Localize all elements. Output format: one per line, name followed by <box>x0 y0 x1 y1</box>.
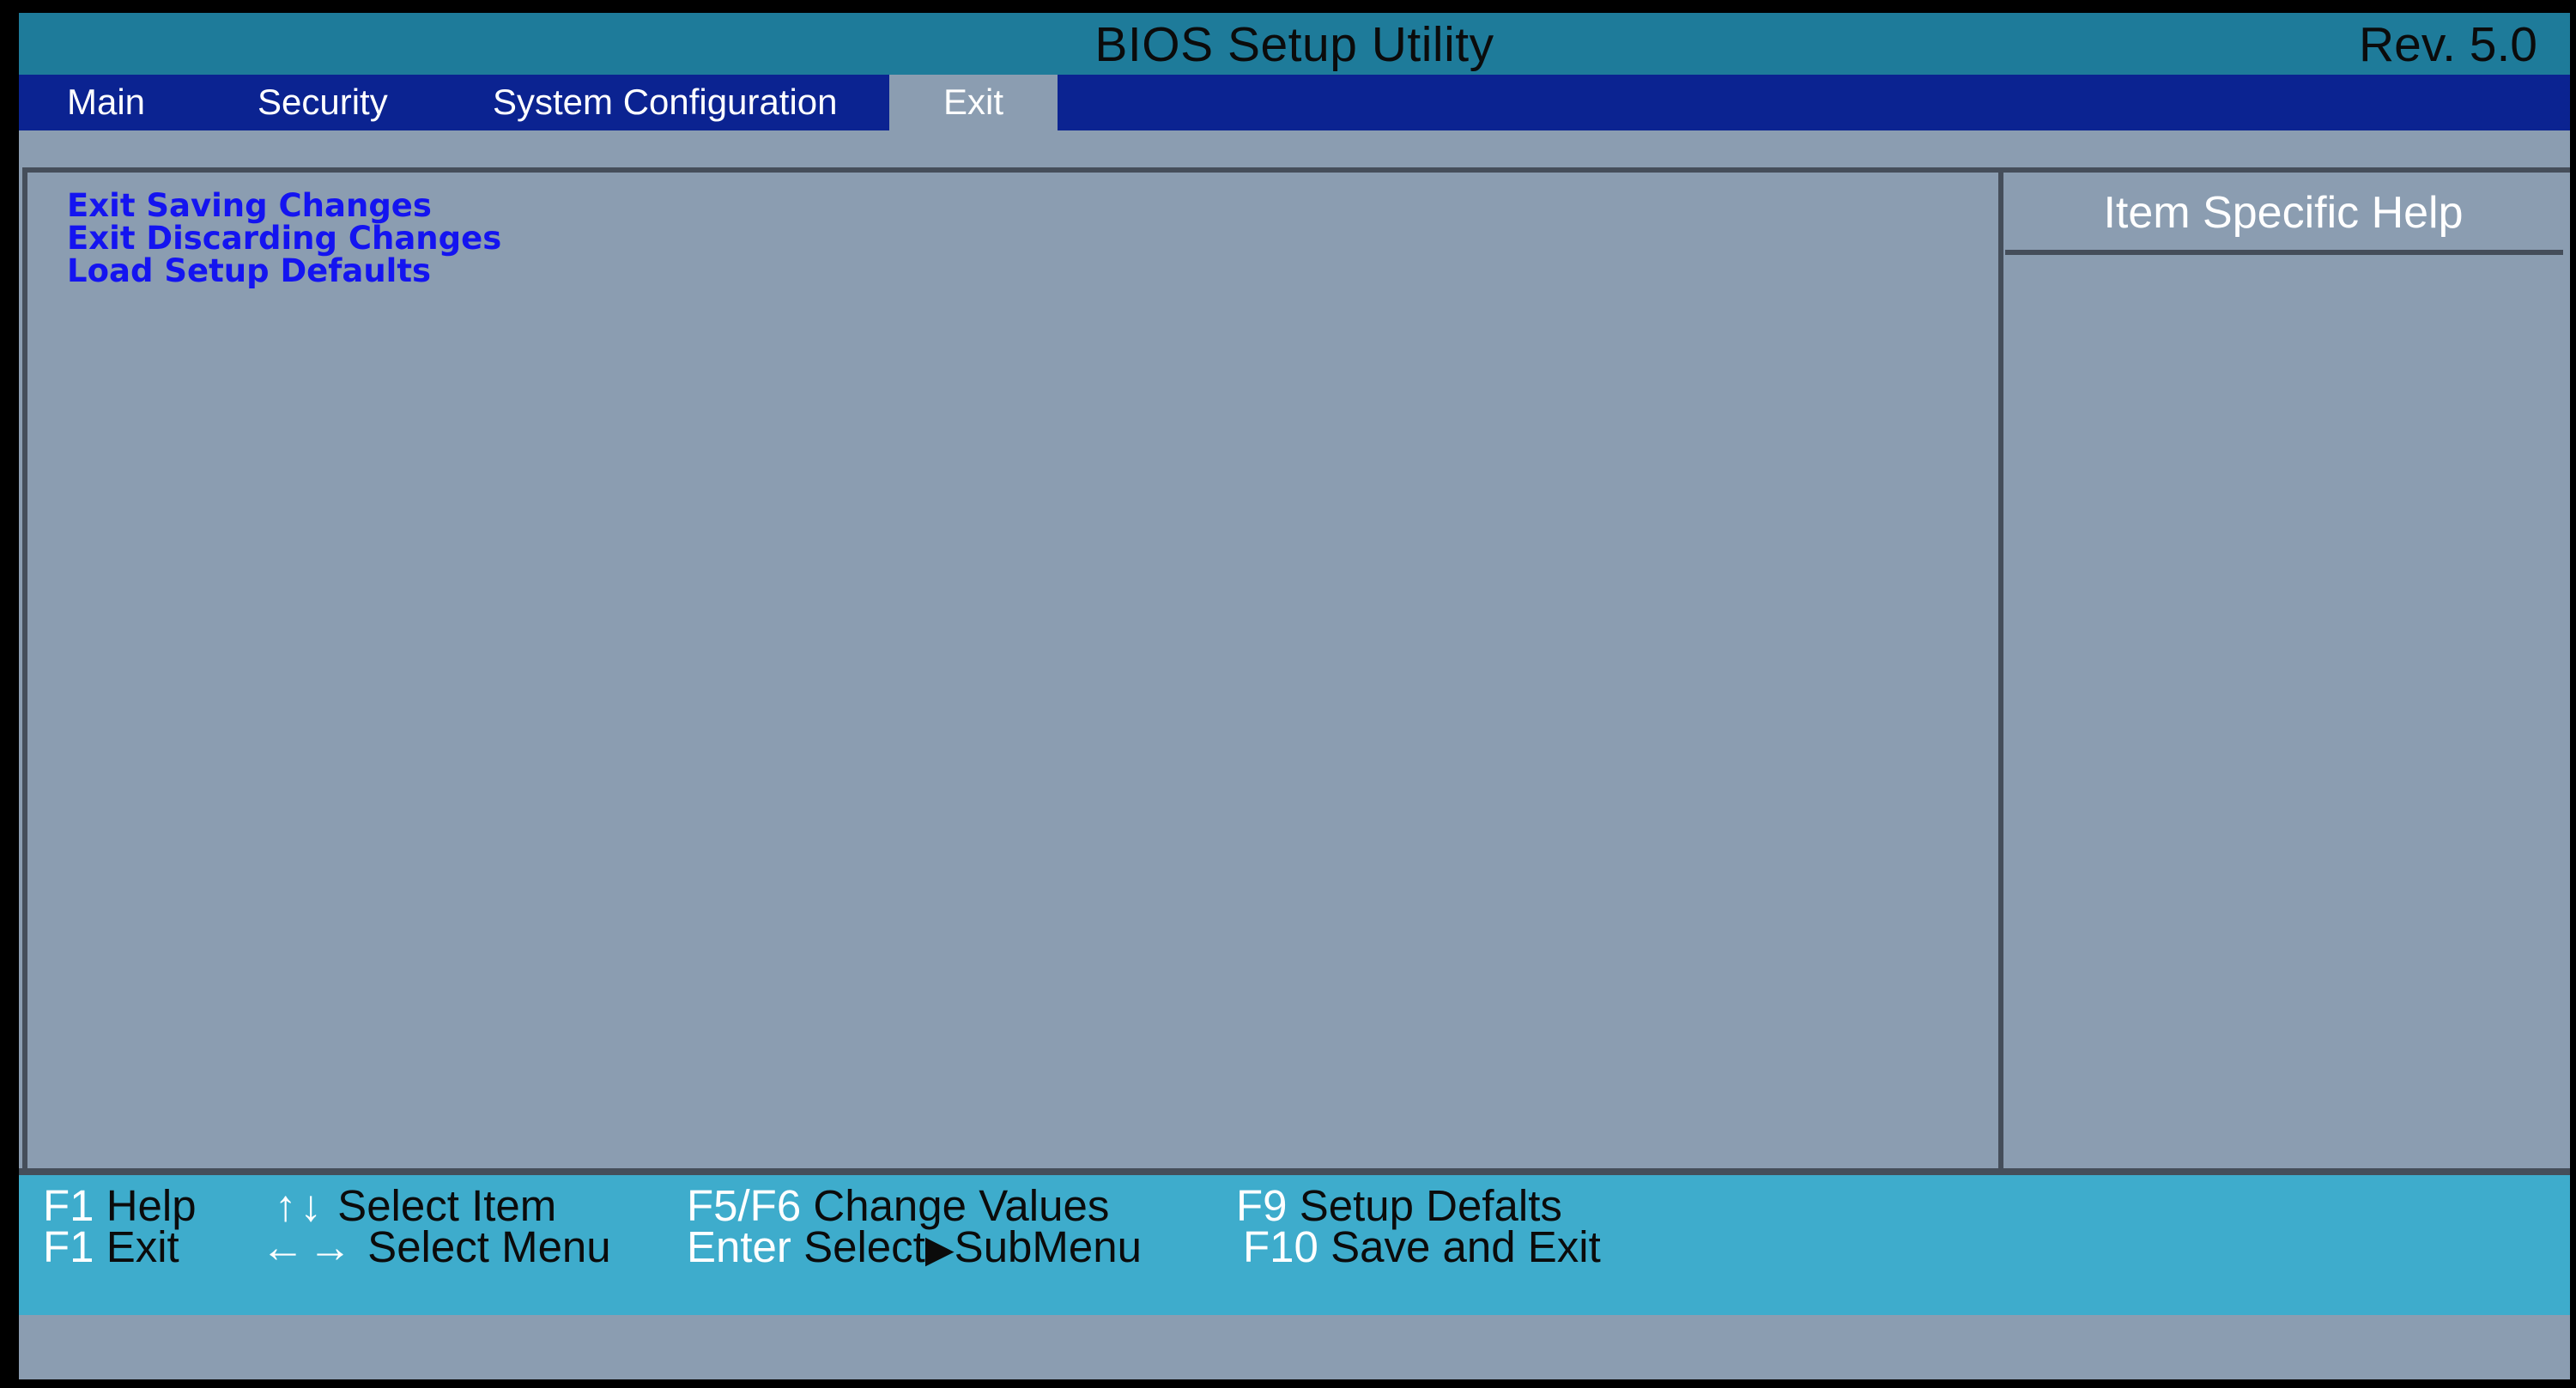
select-menu-label: Select Menu <box>367 1222 611 1271</box>
tab-exit[interactable]: Exit <box>889 75 1058 130</box>
exit-options-panel: Exit Saving Changes Exit Discarding Chan… <box>22 167 2003 1168</box>
menu-bar: Main Security System Configuration Exit <box>19 75 2570 130</box>
legend-select-submenu: Enter Select▶SubMenu <box>687 1225 1142 1270</box>
revision-label: Rev. 5.0 <box>2358 17 2537 72</box>
exit-discarding-changes-option[interactable]: Exit Discarding Changes <box>67 222 501 255</box>
tab-security[interactable]: Security <box>258 75 388 130</box>
option-list: Exit Saving Changes Exit Discarding Chan… <box>67 190 501 288</box>
title-bar: BIOS Setup Utility Rev. 5.0 <box>19 13 2570 75</box>
bios-title: BIOS Setup Utility <box>1094 17 1494 72</box>
item-specific-help-panel: Item Specific Help <box>2000 167 2570 1168</box>
f1-exit-key-label: F1 <box>43 1222 94 1271</box>
footer-divider <box>19 1168 2570 1175</box>
legend-setup-defaults: F9 Setup Defalts <box>1236 1184 1562 1227</box>
exit-label: Exit <box>106 1222 179 1271</box>
tab-main[interactable]: Main <box>67 75 145 130</box>
right-triangle-icon: ▶ <box>924 1228 955 1270</box>
tab-system-configuration[interactable]: System Configuration <box>493 75 838 130</box>
legend-change-values: F5/F6 Change Values <box>687 1184 1109 1227</box>
bios-window: BIOS Setup Utility Rev. 5.0 Main Securit… <box>19 13 2570 1379</box>
screen: BIOS Setup Utility Rev. 5.0 Main Securit… <box>0 0 2576 1388</box>
help-divider <box>2005 250 2563 255</box>
enter-key-label: Enter <box>687 1222 791 1271</box>
legend-save-and-exit: F10 Save and Exit <box>1243 1225 1601 1269</box>
key-legend-footer: F1 Help ↑↓ Select Item F5/F6 Change Valu… <box>19 1175 2570 1315</box>
legend-select-menu: ←→ Select Menu <box>261 1225 611 1269</box>
f10-key-label: F10 <box>1243 1222 1318 1271</box>
help-panel-title: Item Specific Help <box>2103 188 2464 238</box>
exit-saving-changes-option[interactable]: Exit Saving Changes <box>67 190 501 222</box>
left-right-arrow-icon: ←→ <box>261 1222 355 1271</box>
submenu-label: SubMenu <box>954 1222 1142 1271</box>
legend-exit: F1 Exit <box>43 1225 179 1269</box>
save-and-exit-label: Save and Exit <box>1330 1222 1601 1271</box>
legend-select-item: ↑↓ Select Item <box>275 1184 556 1227</box>
load-setup-defaults-option[interactable]: Load Setup Defaults <box>67 255 501 288</box>
legend-help: F1 Help <box>43 1184 197 1227</box>
select-label: Select <box>803 1222 925 1271</box>
